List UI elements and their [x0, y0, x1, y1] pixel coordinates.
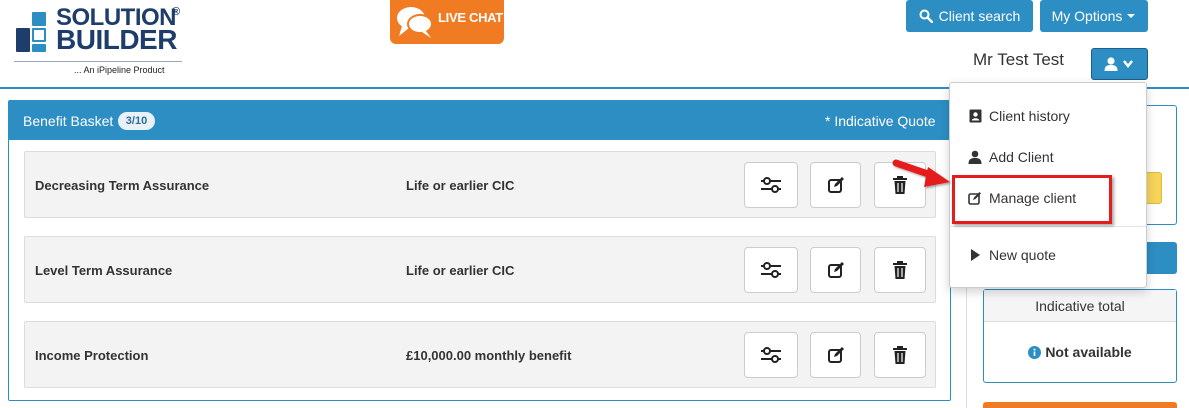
live-chat-label: LIVE CHAT: [438, 10, 503, 25]
indicative-total-title: Indicative total: [1035, 298, 1125, 314]
menu-item-label: Add Client: [989, 149, 1054, 165]
edit-icon: [827, 262, 844, 278]
sliders-icon: [761, 262, 781, 278]
benefit-description: Life or earlier CIC: [406, 263, 515, 278]
menu-item-new-quote[interactable]: New quote: [968, 247, 1056, 263]
basket-row: Level Term Assurance Life or earlier CIC: [24, 236, 936, 303]
edit-icon: [827, 347, 844, 363]
menu-item-label: Client history: [989, 108, 1070, 124]
adjust-button[interactable]: [744, 247, 798, 293]
user-icon: [1104, 57, 1118, 71]
highlight-box: [952, 175, 1112, 224]
play-icon: [971, 249, 980, 261]
my-options-button[interactable]: My Options: [1040, 0, 1148, 32]
edit-button[interactable]: [810, 332, 861, 378]
adjust-button[interactable]: [744, 162, 798, 208]
product-name: Level Term Assurance: [35, 263, 173, 278]
client-search-label: Client search: [938, 8, 1021, 24]
basket-row: Decreasing Term Assurance Life or earlie…: [24, 151, 936, 218]
indicative-total-value: Not available: [984, 344, 1176, 360]
client-search-button[interactable]: Client search: [906, 0, 1033, 32]
caret-down-icon: [1127, 14, 1136, 18]
delete-button[interactable]: [874, 332, 926, 378]
sliders-icon: [761, 347, 781, 363]
chevron-down-icon: [1123, 60, 1133, 69]
sidebar-orange-button[interactable]: [983, 402, 1177, 408]
basket-row: Income Protection £10,000.00 monthly ben…: [24, 321, 936, 388]
trash-icon: [893, 346, 907, 364]
indicative-quote-note: * Indicative Quote: [825, 113, 936, 129]
logo-tagline: ... An iPipeline Product: [74, 65, 165, 75]
logo-square-light: [32, 28, 46, 42]
logo-text-builder: BUILDER: [56, 24, 177, 55]
product-name: Decreasing Term Assurance: [35, 178, 210, 193]
menu-item-add-client[interactable]: Add Client: [968, 149, 1054, 165]
benefit-description: £10,000.00 monthly benefit: [406, 348, 572, 363]
info-icon: [1028, 345, 1042, 359]
menu-item-client-history[interactable]: Client history: [968, 108, 1070, 124]
trash-icon: [893, 261, 907, 279]
menu-item-label: New quote: [989, 247, 1056, 263]
logo-square-light: [32, 44, 46, 52]
adjust-button[interactable]: [744, 332, 798, 378]
my-options-label: My Options: [1051, 8, 1123, 24]
menu-divider: [950, 226, 1146, 227]
edit-button[interactable]: [810, 247, 861, 293]
annotation-arrow-icon: [892, 159, 950, 187]
logo-divider: [14, 61, 182, 62]
delete-button[interactable]: [874, 247, 926, 293]
search-icon: [919, 9, 933, 23]
logo-square-dark: [16, 38, 30, 52]
solution-builder-logo[interactable]: SOLUTION ® BUILDER ... An iPipeline Prod…: [10, 4, 190, 78]
logo-square-light: [32, 12, 46, 26]
benefit-description: Life or earlier CIC: [406, 178, 515, 193]
live-chat-button[interactable]: LIVE CHAT: [390, 0, 504, 44]
basket-count-badge: 3/10: [118, 112, 155, 130]
logo-registered-mark: ®: [172, 6, 181, 18]
address-book-icon: [969, 109, 981, 123]
user-menu-toggle[interactable]: [1091, 48, 1148, 80]
sliders-icon: [761, 177, 781, 193]
edit-button[interactable]: [810, 162, 861, 208]
indicative-total-text: Not available: [1045, 344, 1132, 360]
user-icon: [968, 150, 982, 164]
product-name: Income Protection: [35, 348, 149, 363]
benefit-basket-title: Benefit Basket: [23, 113, 114, 129]
user-name: Mr Test Test: [973, 50, 1065, 69]
chat-bubbles-icon: [397, 7, 433, 38]
edit-icon: [827, 177, 844, 193]
